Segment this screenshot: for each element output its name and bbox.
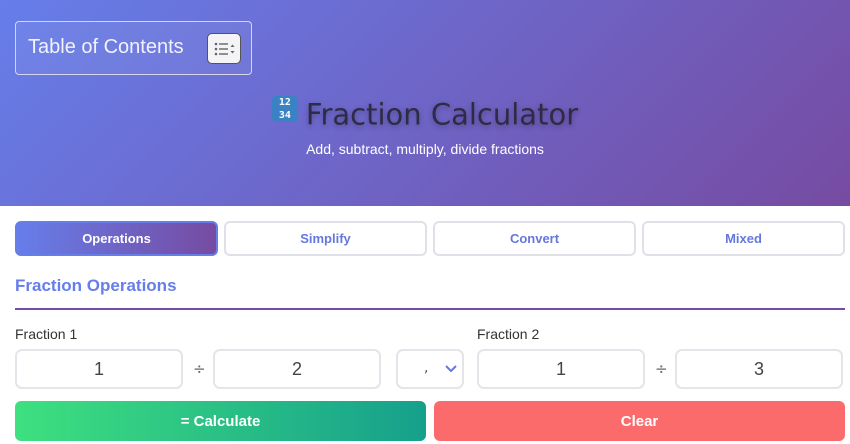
fraction2-divide-sign: ÷ bbox=[655, 360, 668, 378]
fraction2-label: Fraction 2 bbox=[477, 326, 540, 342]
fraction2-numerator-input[interactable]: 1 bbox=[477, 349, 645, 389]
table-of-contents[interactable]: Table of Contents bbox=[15, 21, 252, 75]
fraction1-divide-sign: ÷ bbox=[193, 360, 206, 378]
page-subtitle: Add, subtract, multiply, divide fraction… bbox=[306, 141, 544, 157]
tab-mixed[interactable]: Mixed bbox=[642, 221, 845, 256]
toc-toggle-button[interactable] bbox=[207, 33, 241, 64]
tab-bar: Operations Simplify Convert Mixed bbox=[15, 221, 845, 256]
section-divider bbox=[15, 308, 845, 310]
numbers-icon: 12 34 bbox=[271, 96, 298, 122]
operator-selected-value: , bbox=[424, 360, 429, 376]
section-title: Fraction Operations bbox=[15, 276, 177, 295]
operator-select[interactable]: , bbox=[396, 349, 464, 389]
chevron-down-icon bbox=[445, 365, 457, 373]
toc-title: Table of Contents bbox=[28, 36, 184, 58]
fraction2-denominator-input[interactable]: 3 bbox=[675, 349, 843, 389]
clear-button[interactable]: Clear bbox=[434, 401, 845, 441]
tab-convert[interactable]: Convert bbox=[433, 221, 636, 256]
fraction1-denominator-input[interactable]: 2 bbox=[213, 349, 381, 389]
fraction1-numerator-input[interactable]: 1 bbox=[15, 349, 183, 389]
tab-operations[interactable]: Operations bbox=[15, 221, 218, 256]
calculate-button[interactable]: = Calculate bbox=[15, 401, 426, 441]
tab-simplify[interactable]: Simplify bbox=[224, 221, 427, 256]
hero-banner: Table of Contents 12 34 Fraction Calcula… bbox=[0, 0, 850, 206]
title-text: Fraction Calculator bbox=[305, 97, 579, 132]
page-title: 12 34 Fraction Calculator bbox=[0, 96, 850, 132]
list-icon bbox=[214, 42, 235, 56]
fraction1-label: Fraction 1 bbox=[15, 326, 78, 342]
